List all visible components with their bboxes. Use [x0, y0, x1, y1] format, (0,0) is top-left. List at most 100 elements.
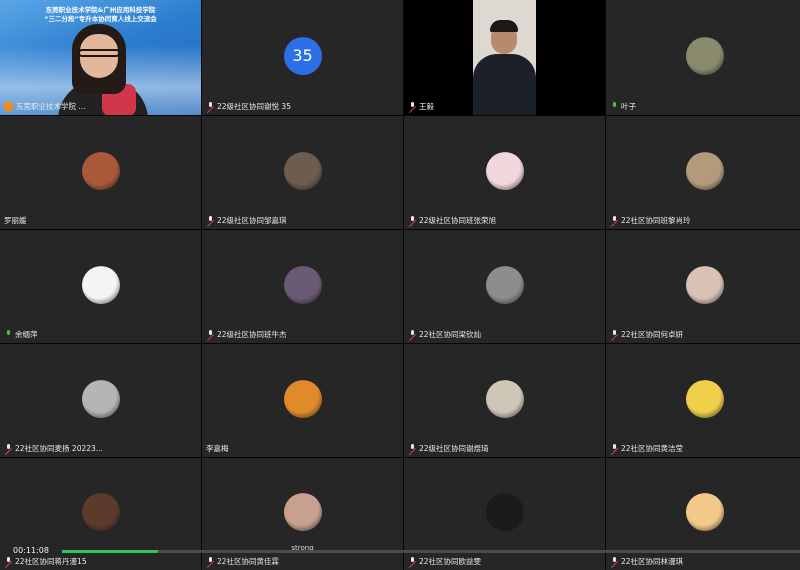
- participant-name: 22社区协同林漫琪: [621, 557, 684, 566]
- participant-name: 22社区协同麦扬 20223...: [15, 444, 103, 453]
- participant-name: 王毅: [419, 102, 434, 111]
- cartoon-dog-avatar-icon: [283, 379, 322, 418]
- mic-muted-icon: [408, 216, 417, 225]
- participant-label: 王毅: [408, 101, 434, 112]
- participant-name: 22级社区协同谢悦 35: [217, 102, 291, 111]
- participant-name: 22社区协同梁钦灿: [419, 330, 482, 339]
- mic-muted-icon: [206, 330, 215, 339]
- participant-tile-presenter[interactable]: 东莞职业技术学院&广州应用科技学院 “三二分段”专升本协同育人线上交流会 东莞职…: [0, 0, 201, 115]
- camera-video: [473, 0, 536, 115]
- participant-name: 李嘉梅: [206, 444, 229, 453]
- participant-label: 22级社区协同班牛杰: [206, 329, 287, 340]
- mic-muted-icon: [408, 330, 417, 339]
- participant-grid: 东莞职业技术学院&广州应用科技学院 “三二分段”专升本协同育人线上交流会 东莞职…: [0, 0, 800, 570]
- participant-label: 22社区协同黄佳霖: [206, 556, 279, 567]
- participant-name: 22社区协同黄佳霖: [217, 557, 280, 566]
- participant-label: 22级社区协同谢悦 35: [206, 101, 291, 112]
- host-icon: [4, 102, 13, 111]
- girl-sky-photo-icon: [485, 379, 524, 418]
- participant-label: 罗丽媛: [4, 215, 27, 226]
- mic-muted-icon: [610, 330, 619, 339]
- participant-name: 22级社区协同班牛杰: [217, 330, 287, 339]
- participant-name: 22社区协同班黎肖玲: [621, 216, 691, 225]
- participant-tile[interactable]: 22社区协同麦扬 20223...: [0, 344, 201, 457]
- participant-label: 22社区协同黄洁莹: [610, 443, 683, 454]
- meeting-progress[interactable]: [62, 550, 800, 553]
- girl-portrait-photo-icon: [685, 265, 724, 304]
- participant-tile[interactable]: 余缅萍: [0, 230, 201, 343]
- elapsed-time: 00:11:08: [13, 546, 49, 555]
- participant-label: 22社区协同蒋丹漫15: [4, 556, 87, 567]
- participant-label: 余缅萍: [4, 329, 38, 340]
- participant-label: 22社区协同梁钦灿: [408, 329, 481, 340]
- cartoon-boy-avatar-icon: [81, 265, 120, 304]
- meeting-progress-fill: [62, 550, 158, 553]
- mushroom-cartoon-avatar-icon: [685, 493, 724, 532]
- participant-label: 东莞职业技术学院 ...: [4, 101, 86, 112]
- banner-line-1: 东莞职业技术学院&广州应用科技学院: [45, 6, 156, 14]
- mic-on-icon: [4, 330, 13, 339]
- dark-food-photo-icon: [81, 493, 120, 532]
- mic-muted-icon: [4, 557, 13, 566]
- participant-label: 22社区协同班黎肖玲: [610, 215, 691, 226]
- participant-name: 22社区协同何卓妍: [621, 330, 684, 339]
- participant-name: 余缅萍: [15, 330, 38, 339]
- banner-line-2: “三二分段”专升本协同育人线上交流会: [44, 15, 157, 23]
- participant-name: 22级社区协同谢煜琦: [419, 444, 489, 453]
- yellow-sticker-avatar-icon: [685, 379, 724, 418]
- anime-girl-avatar-icon: [485, 151, 524, 190]
- mic-muted-icon: [408, 444, 417, 453]
- participant-label: 22社区协同林漫琪: [610, 556, 683, 567]
- cat-desk-photo-icon: [685, 151, 724, 190]
- participant-name: 叶子: [621, 102, 636, 111]
- participant-label: 叶子: [610, 101, 636, 112]
- participant-tile[interactable]: 22级社区协同邹嘉琪: [202, 116, 403, 229]
- mountain-sunset-photo-icon: [81, 151, 120, 190]
- participant-tile[interactable]: 王毅: [404, 0, 605, 115]
- participant-label: 22社区协同何卓妍: [610, 329, 683, 340]
- mic-muted-icon: [206, 102, 215, 111]
- number-avatar: 35: [283, 36, 322, 75]
- room-mirror-photo-icon: [283, 151, 322, 190]
- participant-tile[interactable]: 李嘉梅: [202, 344, 403, 457]
- participant-tile[interactable]: 22社区协同班黎肖玲: [606, 116, 800, 229]
- participant-label: 22级社区协同邹嘉琪: [206, 215, 287, 226]
- mic-muted-icon: [408, 102, 417, 111]
- participant-label: 22社区协同欧益雯: [408, 556, 481, 567]
- mic-on-icon: [610, 102, 619, 111]
- participant-name: 22社区协同蒋丹漫15: [15, 557, 87, 566]
- participant-tile[interactable]: 22级社区协同班牛杰: [202, 230, 403, 343]
- participant-tile[interactable]: 22社区协同黄洁莹: [606, 344, 800, 457]
- participant-tile[interactable]: 22级社区协同谢煜琦: [404, 344, 605, 457]
- participant-label: 22级社区协同班张荣旭: [408, 215, 496, 226]
- participant-name: 东莞职业技术学院 ...: [16, 102, 86, 111]
- meeting-banner: 东莞职业技术学院&广州应用科技学院 “三二分段”专升本协同育人线上交流会: [14, 6, 187, 24]
- participant-label: 李嘉梅: [206, 443, 229, 454]
- participant-tile[interactable]: 22社区协同何卓妍: [606, 230, 800, 343]
- participant-name: 22级社区协同班张荣旭: [419, 216, 497, 225]
- person-dusk-photo-icon: [283, 265, 322, 304]
- mic-muted-icon: [610, 216, 619, 225]
- woman-field-photo-icon: [685, 36, 724, 75]
- mic-muted-icon: [4, 444, 13, 453]
- mic-muted-icon: [408, 557, 417, 566]
- participant-name: 22级社区协同邹嘉琪: [217, 216, 287, 225]
- participant-name: 罗丽媛: [4, 216, 27, 225]
- participant-label: 22级社区协同谢煜琦: [408, 443, 489, 454]
- participant-tile[interactable]: 22级社区协同班张荣旭: [404, 116, 605, 229]
- silver-hair-portrait-icon: [81, 379, 120, 418]
- participant-name: 22社区协同黄洁莹: [621, 444, 684, 453]
- mic-muted-icon: [610, 557, 619, 566]
- participant-name: 22社区协同欧益雯: [419, 557, 482, 566]
- meeting-timer-bar: 00:11:08: [0, 545, 800, 557]
- hand-photo-icon: [283, 493, 322, 532]
- participant-tile[interactable]: 罗丽媛: [0, 116, 201, 229]
- participant-tile[interactable]: 叶子: [606, 0, 800, 115]
- participant-tile[interactable]: 35 22级社区协同谢悦 35: [202, 0, 403, 115]
- mic-muted-icon: [206, 557, 215, 566]
- participant-label: 22社区协同麦扬 20223...: [4, 443, 103, 454]
- dark-text-avatar-icon: [485, 493, 524, 532]
- mic-muted-icon: [610, 444, 619, 453]
- participant-tile[interactable]: 22社区协同梁钦灿: [404, 230, 605, 343]
- mic-muted-icon: [206, 216, 215, 225]
